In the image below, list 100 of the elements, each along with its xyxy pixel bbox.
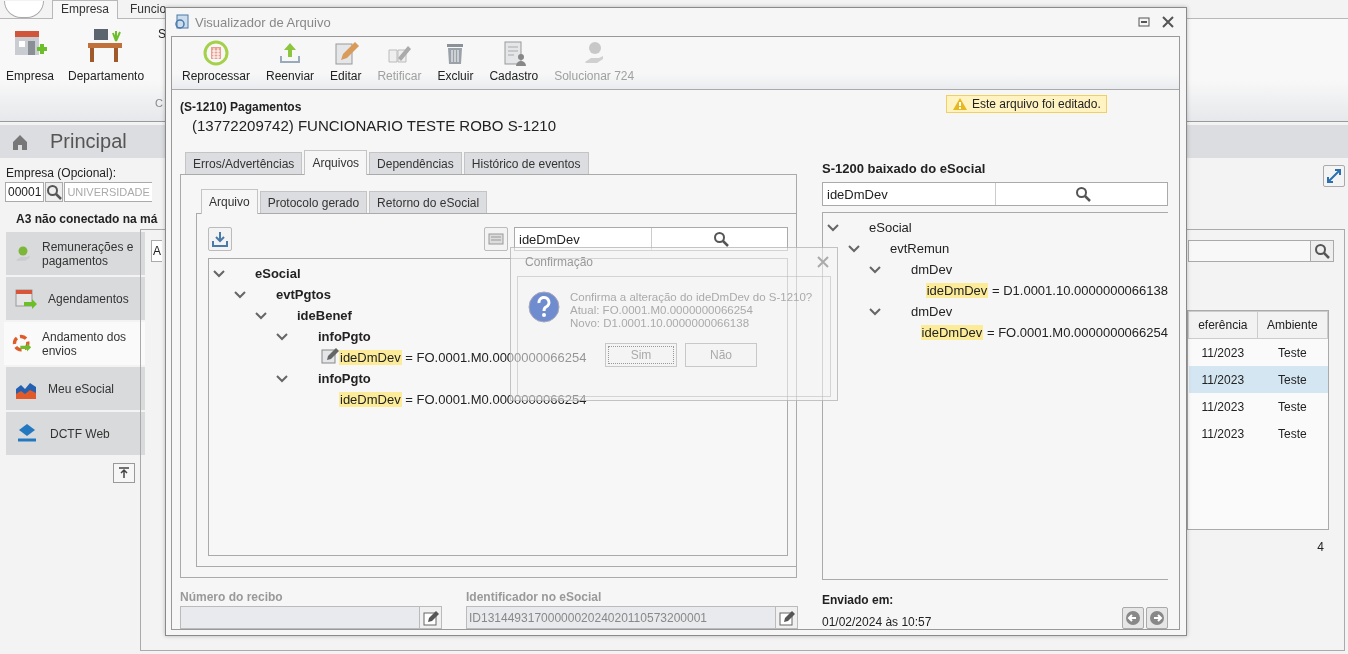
sent-label: Enviado em: xyxy=(822,593,895,607)
restore-icon xyxy=(1138,17,1150,27)
calculator-refresh-icon xyxy=(203,40,229,66)
event-title: (S-1210) Pagamentos xyxy=(180,100,303,114)
tab[interactable]: Erros/Advertências xyxy=(185,152,303,174)
scroll-top-button[interactable] xyxy=(113,463,135,483)
toolbar-button[interactable]: Reprocessar xyxy=(182,40,251,89)
next-button[interactable] xyxy=(1146,607,1168,629)
search-icon xyxy=(46,184,63,200)
column-header[interactable]: Ambiente xyxy=(1257,311,1328,339)
tree-operator: = xyxy=(991,283,1000,298)
toolbar-button[interactable]: Editar xyxy=(330,40,362,89)
tree-node[interactable]: infoPgto xyxy=(318,371,371,386)
table-cell: Teste xyxy=(1257,338,1328,366)
previous-button[interactable] xyxy=(1122,607,1144,629)
edit-button[interactable] xyxy=(419,607,441,628)
field-label: Identificador no eSocial xyxy=(466,590,603,604)
sidebar-item[interactable]: Agendamentos xyxy=(6,277,145,320)
sent-date: 01/02/2024 às 10:57 xyxy=(822,615,933,629)
pencil-document-icon xyxy=(332,40,359,66)
ribbon-button[interactable]: Departamento xyxy=(68,27,145,97)
home-tab[interactable]: Principal xyxy=(50,130,127,153)
toolbar-button[interactable]: Cadastro xyxy=(489,40,539,89)
table-cell: 11/2023 xyxy=(1188,366,1258,393)
tree-key[interactable]: ideDmDev xyxy=(925,283,989,298)
ribbon-button[interactable]: Empresa xyxy=(6,27,55,97)
ribbon-group-label: C xyxy=(155,97,163,109)
search-icon xyxy=(1075,186,1092,202)
tree-value: FO.0001.M0.0000000066254 xyxy=(416,350,587,365)
tab[interactable]: Protocolo gerado xyxy=(259,191,368,213)
arrow-up-icon xyxy=(118,467,130,479)
sidebar-item[interactable]: Remunerações e pagamentos xyxy=(6,232,145,275)
file-viewer-icon xyxy=(174,14,190,30)
tree-node[interactable]: eSocial xyxy=(255,266,301,281)
question-icon xyxy=(528,291,560,323)
dialog-message: Confirma a alteração do ideDmDev do S-1210? xyxy=(570,291,813,303)
dialog-message: Novo: D1.0001.10.0000000066138 xyxy=(570,317,751,329)
search-icon xyxy=(1314,243,1330,259)
dialog-title: Confirmação xyxy=(525,255,594,269)
calendar-arrow-icon xyxy=(14,286,38,311)
search-field[interactable] xyxy=(1188,240,1334,262)
edit-button[interactable] xyxy=(775,607,797,628)
tab[interactable]: Dependências xyxy=(369,152,462,174)
tree-node[interactable]: eSocial xyxy=(869,220,912,235)
receipt-field[interactable] xyxy=(180,606,442,629)
certificate-status: A3 não conectado na má xyxy=(16,212,158,226)
document-icon xyxy=(488,232,504,246)
ribbon-tab[interactable]: Funcio xyxy=(126,1,167,18)
tab[interactable]: Arquivo xyxy=(201,189,258,214)
column-header[interactable]: eferência xyxy=(1188,311,1258,339)
record-count: 4 xyxy=(1317,540,1324,554)
expand-icon xyxy=(1326,168,1342,184)
sidebar-item[interactable]: DCTF Web xyxy=(6,412,145,455)
sidebar-item[interactable]: Meu eSocial xyxy=(6,367,145,410)
expand-button[interactable] xyxy=(1323,165,1345,187)
toolbar-button[interactable]: Excluir xyxy=(437,40,474,89)
tree-operator: = xyxy=(405,350,413,365)
table-cell: Teste xyxy=(1257,393,1328,420)
company-code-field[interactable]: 00001 xyxy=(5,182,45,202)
table-cell: Teste xyxy=(1257,366,1328,393)
download-button[interactable] xyxy=(208,227,232,251)
tree-node[interactable]: dmDev xyxy=(911,262,953,277)
dialog-message: Atual: FO.0001.M0.0000000066254 xyxy=(570,304,754,316)
tree-operator: = xyxy=(986,325,995,340)
tree-node[interactable]: evtPgtos xyxy=(276,287,331,302)
search-icon xyxy=(713,231,730,247)
edit-icon xyxy=(778,609,795,626)
search-button[interactable] xyxy=(45,182,64,202)
tab[interactable]: Arquivos xyxy=(304,150,368,175)
table-cell-text: Teste xyxy=(1276,425,1308,443)
window-title: Visualizador de Arquivo xyxy=(195,14,331,30)
filter-field[interactable]: A xyxy=(151,240,162,262)
ribbon-tab[interactable]: Empresa xyxy=(52,0,119,19)
tab[interactable]: Retorno do eSocial xyxy=(369,191,488,213)
sidebar-item[interactable]: Andamento dos envios xyxy=(4,322,145,365)
tree-key[interactable]: ideDmDev xyxy=(339,350,402,365)
tree-node[interactable]: evtRemun xyxy=(890,241,950,256)
tree-key[interactable]: ideDmDev xyxy=(339,392,402,407)
table-cell-text: 11/2023 xyxy=(1200,425,1246,443)
tree-value: FO.0001.M0.0000000066254 xyxy=(416,392,587,407)
ribbon-button[interactable]: S xyxy=(158,27,167,97)
search-field[interactable]: ideDmDev xyxy=(514,227,788,251)
tree-node[interactable]: infoPgto xyxy=(318,329,371,344)
tree-key[interactable]: ideDmDev xyxy=(920,325,984,340)
tree-node[interactable]: ideBenef xyxy=(297,308,352,323)
close-icon xyxy=(1162,16,1174,28)
field-label: Empresa (Opcional): xyxy=(5,166,118,180)
search-field[interactable]: ideDmDev xyxy=(822,182,1168,206)
arrow-right-icon xyxy=(1149,610,1165,626)
download-icon xyxy=(212,231,228,247)
edit-icon xyxy=(321,347,339,365)
app-menu-button[interactable] xyxy=(4,1,44,18)
edit-icon xyxy=(422,609,439,626)
employee-name: (13772209742) FUNCIONARIO TESTE ROBO S-1210 xyxy=(191,116,558,134)
home-icon xyxy=(12,133,28,150)
tree-operator: = xyxy=(405,392,413,407)
toolbar-button[interactable]: Reenviar xyxy=(266,40,315,89)
warning-icon xyxy=(952,97,968,111)
tab[interactable]: Histórico de eventos xyxy=(463,152,589,174)
tree-node[interactable]: dmDev xyxy=(911,304,953,319)
